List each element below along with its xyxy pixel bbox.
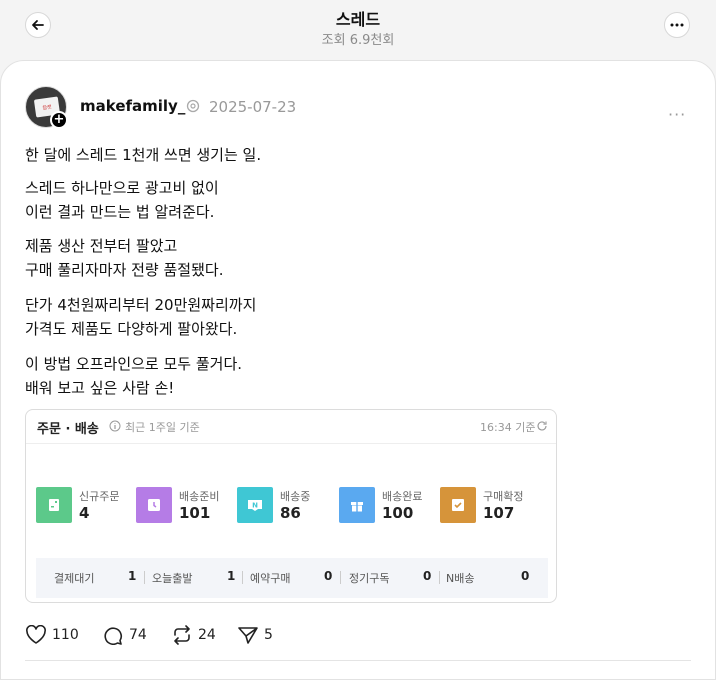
summary-value: 1: [227, 569, 236, 583]
like-count: 110: [52, 627, 79, 643]
summary-value: 0: [521, 569, 530, 583]
follow-plus-icon[interactable]: +: [50, 111, 68, 129]
summary-label: 오늘출발: [152, 572, 193, 585]
summary-value: 0: [423, 569, 432, 583]
post-paragraph-1: 한 달에 스레드 1천개 쓰면 생기는 일.: [25, 146, 262, 164]
comment-icon: [104, 627, 123, 645]
delivery-icon: N: [237, 487, 273, 523]
info-icon: [109, 420, 121, 432]
post-paragraph-4: 단가 4천원짜리부터 20만원짜리까지 가격도 제품도 다양하게 팔아왔다.: [25, 296, 257, 338]
summary-divider: [144, 571, 145, 584]
dashboard-title: 주문 · 배송: [37, 422, 99, 437]
post-image-order-dashboard[interactable]: 주문 · 배송 최근 1주일 기준 16:34 기준 신규주문 4 배송준비 1…: [25, 409, 557, 603]
summary-divider: [340, 571, 341, 584]
summary-label: 정기구독: [349, 572, 390, 585]
new-order-icon: [36, 487, 72, 523]
post-more-icon[interactable]: ···: [668, 105, 686, 124]
dashboard-time: 16:34 기준: [480, 421, 536, 434]
view-count: 조회 6.9천회: [321, 33, 395, 48]
summary-label: 결제대기: [54, 572, 95, 585]
gift-icon: [339, 487, 375, 523]
ellipsis-icon: [670, 23, 684, 27]
dashboard-header: 주문 · 배송 최근 1주일 기준 16:34 기준: [26, 410, 556, 444]
refresh-icon: [537, 421, 547, 431]
repost-icon: [174, 625, 190, 645]
clock-icon: [136, 487, 172, 523]
summary-divider: [242, 571, 243, 584]
summary-label: N배송: [446, 572, 475, 585]
post-paragraph-3: 제품 생산 전부터 팔았고 구매 풀리자마자 전량 품절됐다.: [25, 237, 224, 279]
summary-divider: [439, 571, 440, 584]
check-icon: [440, 487, 476, 523]
page-title: 스레드: [335, 10, 381, 29]
svg-text:N: N: [252, 502, 258, 510]
post-date: 2025-07-23: [209, 98, 297, 116]
post-paragraph-2: 스레드 하나만으로 광고비 없이 이런 결과 만드는 법 알려준다.: [25, 179, 219, 221]
divider: [25, 660, 691, 661]
summary-label: 예약구매: [250, 572, 291, 585]
heart-icon: [26, 625, 46, 644]
comment-count: 74: [129, 627, 147, 643]
summary-value: 0: [324, 569, 333, 583]
top-bar: 스레드 조회 6.9천회: [0, 0, 716, 60]
share-count: 5: [264, 627, 273, 643]
order-summary-bar: 결제대기 1 오늘출발 1 예약구매 0 정기구독 0 N배송 0: [36, 558, 548, 598]
send-icon: [238, 627, 258, 644]
username[interactable]: makefamily_: [80, 97, 185, 115]
post-paragraph-5: 이 방법 오프라인으로 모두 풀거다. 배워 보고 싶은 사람 손!: [25, 355, 243, 397]
threads-badge-icon: [186, 99, 200, 113]
more-options-button[interactable]: [664, 12, 690, 38]
repost-count: 24: [198, 627, 216, 643]
dashboard-subtitle: 최근 1주일 기준: [125, 421, 200, 434]
summary-value: 1: [128, 569, 137, 583]
